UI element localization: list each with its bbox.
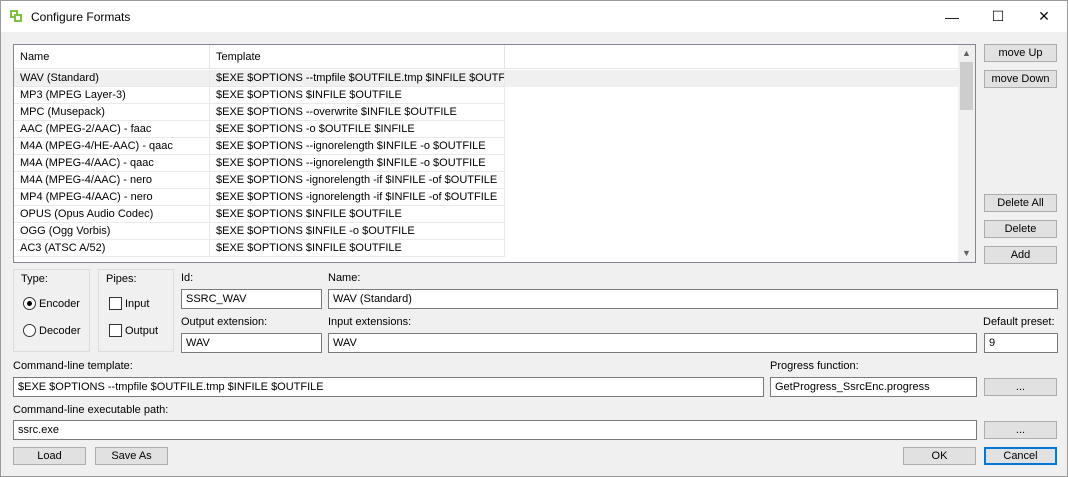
cell-name: M4A (MPEG-4/HE-AAC) - qaac [14,138,210,155]
cell-template: $EXE $OPTIONS $INFILE $OUTFILE [210,240,505,257]
minimize-icon[interactable]: — [929,1,975,32]
move-up-button[interactable]: move Up [984,44,1057,62]
progress-function-browse-button[interactable]: ... [984,378,1057,396]
table-scrollbar[interactable]: ▲ ▼ [958,45,975,262]
delete-button[interactable]: Delete [984,220,1057,238]
column-header-name[interactable]: Name [14,45,210,69]
scroll-down-icon[interactable]: ▼ [958,245,975,262]
cell-name: OPUS (Opus Audio Codec) [14,206,210,223]
maximize-icon[interactable]: ☐ [975,1,1021,32]
cell-name: AC3 (ATSC A/52) [14,240,210,257]
exe-path-browse-button[interactable]: ... [984,421,1057,439]
encoder-label[interactable]: Encoder [39,298,80,310]
input-extensions-label: Input extensions: [328,316,412,328]
pipes-label: Pipes: [106,273,137,285]
output-pipe-checkbox[interactable] [109,324,122,337]
cell-template: $EXE $OPTIONS --ignorelength $INFILE -o … [210,138,505,155]
app-icon [10,10,22,22]
table-row[interactable]: WAV (Standard) $EXE $OPTIONS --tmpfile $O… [14,70,959,87]
name-field[interactable]: WAV (Standard) [328,289,1058,309]
output-extension-field[interactable]: WAV [181,333,322,353]
configure-formats-window: Configure Formats — ☐ ✕ Name Template WA… [0,0,1068,477]
cell-name: OGG (Ogg Vorbis) [14,223,210,240]
table-row[interactable]: MP3 (MPEG Layer-3) $EXE $OPTIONS $INFILE … [14,87,959,104]
move-down-button[interactable]: move Down [984,70,1057,88]
cell-name: M4A (MPEG-4/AAC) - qaac [14,155,210,172]
table-row[interactable]: AAC (MPEG-2/AAC) - faac $EXE $OPTIONS -o … [14,121,959,138]
table-row[interactable]: MPC (Musepack) $EXE $OPTIONS --overwrite … [14,104,959,121]
input-pipe-checkbox[interactable] [109,297,122,310]
input-extensions-field[interactable]: WAV [328,333,977,353]
decoder-radio[interactable] [23,324,36,337]
cell-name: AAC (MPEG-2/AAC) - faac [14,121,210,138]
id-field[interactable]: SSRC_WAV [181,289,322,309]
progress-function-field[interactable]: GetProgress_SsrcEnc.progress [770,377,977,397]
cell-name: MP4 (MPEG-4/AAC) - nero [14,189,210,206]
cell-template: $EXE $OPTIONS -ignorelength -if $INFILE … [210,172,505,189]
cancel-button[interactable]: Cancel [984,447,1057,465]
command-template-field[interactable]: $EXE $OPTIONS --tmpfile $OUTFILE.tmp $IN… [13,377,764,397]
cell-name: WAV (Standard) [14,70,210,87]
delete-all-button[interactable]: Delete All [984,194,1057,212]
table-row[interactable]: OGG (Ogg Vorbis) $EXE $OPTIONS $INFILE -o… [14,223,959,240]
progress-function-label: Progress function: [770,360,859,372]
table-row[interactable]: M4A (MPEG-4/AAC) - nero $EXE $OPTIONS -ig… [14,172,959,189]
table-header: Name Template [14,45,959,69]
exe-path-label: Command-line executable path: [13,404,169,416]
table-row[interactable]: M4A (MPEG-4/AAC) - qaac $EXE $OPTIONS --i… [14,155,959,172]
default-preset-label: Default preset: [983,316,1055,328]
window-title: Configure Formats [31,10,131,24]
cell-name: M4A (MPEG-4/AAC) - nero [14,172,210,189]
cell-template: $EXE $OPTIONS $INFILE $OUTFILE [210,87,505,104]
type-label: Type: [21,273,48,285]
save-as-button[interactable]: Save As [95,447,168,465]
cell-template: $EXE $OPTIONS --ignorelength $INFILE -o … [210,155,505,172]
cell-template: $EXE $OPTIONS $INFILE $OUTFILE [210,206,505,223]
command-template-label: Command-line template: [13,360,133,372]
cell-name: MP3 (MPEG Layer-3) [14,87,210,104]
title-bar: Configure Formats — ☐ ✕ [1,1,1067,32]
encoder-radio[interactable] [23,297,36,310]
formats-table[interactable]: Name Template WAV (Standard) $EXE $OPTION… [13,44,976,263]
exe-path-field[interactable]: ssrc.exe [13,420,977,440]
add-button[interactable]: Add [984,246,1057,264]
cell-template: $EXE $OPTIONS $INFILE -o $OUTFILE [210,223,505,240]
table-row[interactable]: OPUS (Opus Audio Codec) $EXE $OPTIONS $IN… [14,206,959,223]
output-extension-label: Output extension: [181,316,268,328]
cell-template: $EXE $OPTIONS --tmpfile $OUTFILE.tmp $IN… [210,70,505,87]
scrollbar-thumb[interactable] [960,62,973,110]
ok-button[interactable]: OK [903,447,976,465]
cell-template: $EXE $OPTIONS -o $OUTFILE $INFILE [210,121,505,138]
id-label: Id: [181,272,194,284]
load-button[interactable]: Load [13,447,86,465]
cell-name: MPC (Musepack) [14,104,210,121]
cell-template: $EXE $OPTIONS -ignorelength -if $INFILE … [210,189,505,206]
scroll-up-icon[interactable]: ▲ [958,45,975,62]
table-row[interactable]: AC3 (ATSC A/52) $EXE $OPTIONS $INFILE $OU… [14,240,959,257]
default-preset-field[interactable]: 9 [984,333,1058,353]
name-label: Name: [328,272,361,284]
column-header-template[interactable]: Template [210,45,505,69]
close-icon[interactable]: ✕ [1021,1,1067,32]
input-pipe-label[interactable]: Input [125,298,149,310]
cell-template: $EXE $OPTIONS --overwrite $INFILE $OUTFI… [210,104,505,121]
decoder-label[interactable]: Decoder [39,325,81,337]
table-row[interactable]: MP4 (MPEG-4/AAC) - nero $EXE $OPTIONS -ig… [14,189,959,206]
table-row[interactable]: M4A (MPEG-4/HE-AAC) - qaac $EXE $OPTIONS … [14,138,959,155]
output-pipe-label[interactable]: Output [125,325,158,337]
